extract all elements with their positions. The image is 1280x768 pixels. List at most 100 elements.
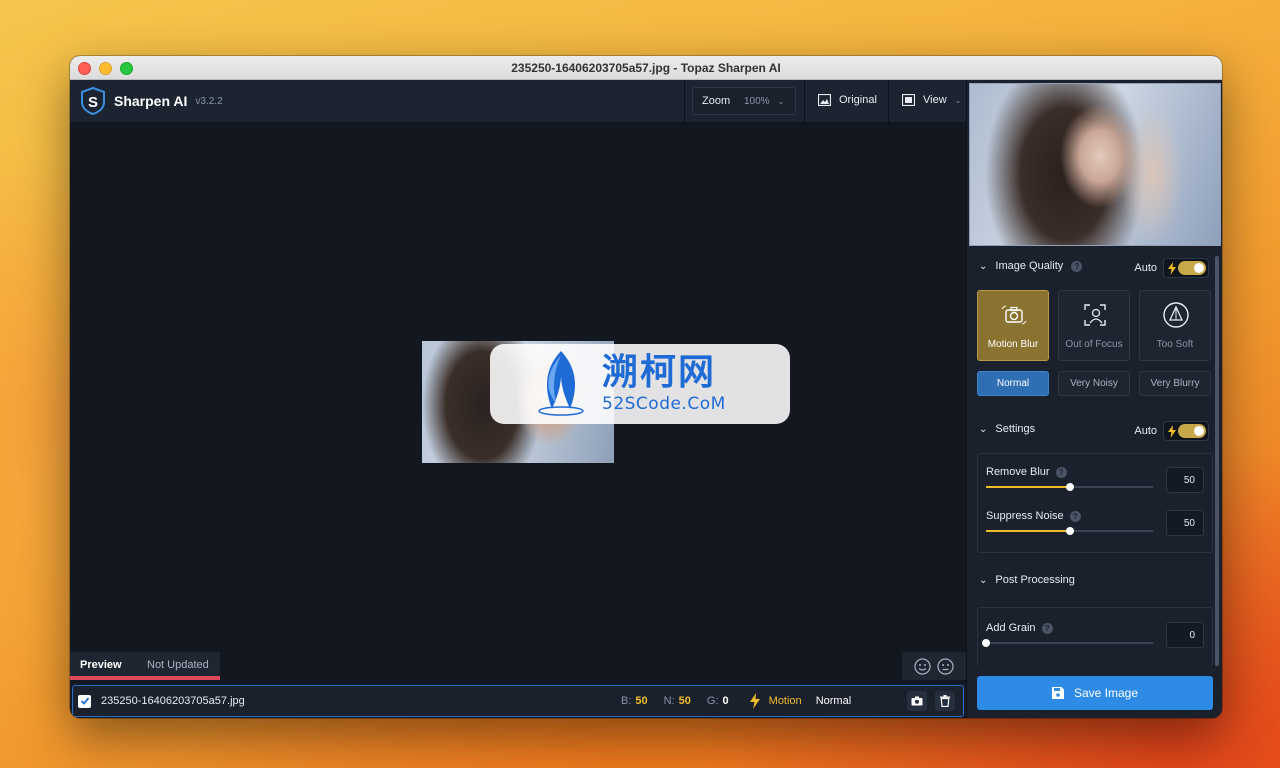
auto-label: Auto xyxy=(1134,262,1157,274)
slider-fill xyxy=(986,486,1070,488)
original-label: Original xyxy=(839,94,877,106)
help-icon[interactable]: ? xyxy=(1041,622,1053,634)
svg-text:S: S xyxy=(88,94,98,111)
preview-status-bar: Preview Not Updated xyxy=(70,652,220,680)
topaz-logo-icon: S xyxy=(81,86,105,116)
minimize-window-button[interactable] xyxy=(99,62,112,75)
watermark-title: 溯柯网 xyxy=(602,352,717,393)
watermark-overlay: 溯柯网 52SCode.CoM xyxy=(490,344,790,424)
settings-scrollbar[interactable] xyxy=(1215,256,1219,666)
feedback-icons xyxy=(902,652,966,680)
noise-very-noisy-label: Very Noisy xyxy=(1070,378,1118,389)
focus-person-icon xyxy=(1084,304,1106,326)
help-icon[interactable]: ? xyxy=(1055,466,1067,478)
noise-stat-label: N: xyxy=(663,695,675,707)
add-grain-label: Add Grain xyxy=(986,622,1036,634)
zoom-value: 100% xyxy=(744,95,770,107)
title-bar: 235250-16406203705a57.jpg - Topaz Sharpe… xyxy=(70,56,1222,80)
preview-tab[interactable]: Preview xyxy=(80,659,122,671)
camera-shake-icon xyxy=(1001,305,1027,325)
too-soft-mode-button[interactable]: Too Soft xyxy=(1139,290,1211,361)
file-checkbox[interactable] xyxy=(78,694,91,708)
help-icon[interactable]: ? xyxy=(1069,510,1081,522)
grain-stat-label: G: xyxy=(706,695,719,707)
settings-auto-toggle[interactable] xyxy=(1163,421,1209,441)
image-quality-auto-toggle[interactable] xyxy=(1163,258,1209,278)
slider-knob[interactable] xyxy=(1065,527,1074,535)
noise-stat-value: 50 xyxy=(678,695,691,707)
auto-label: Auto xyxy=(1134,425,1157,437)
delete-button[interactable] xyxy=(935,691,955,711)
noise-normal-label: Normal xyxy=(996,378,1030,389)
remove-blur-label: Remove Blur xyxy=(986,466,1050,478)
noise-very-blurry-label: Very Blurry xyxy=(1150,378,1200,389)
suppress-noise-value-input[interactable]: 50 xyxy=(1166,510,1204,536)
file-name: 235250-16406203705a57.jpg xyxy=(101,695,245,707)
settings-sliders-box: Remove Blur ? 50 Suppress Noise ? 50 xyxy=(977,453,1213,553)
smile-face-icon[interactable] xyxy=(914,657,931,675)
update-status: Not Updated xyxy=(147,659,209,671)
slider-knob[interactable] xyxy=(982,639,990,647)
trash-icon xyxy=(940,695,950,707)
file-stats: B: 50 N: 50 G: 0 Motion Normal xyxy=(621,693,851,709)
noise-very-blurry-button[interactable]: Very Blurry xyxy=(1139,371,1211,396)
navigator-thumbnail[interactable] xyxy=(969,83,1221,246)
camera-button[interactable] xyxy=(907,691,927,711)
app-version: v3.2.2 xyxy=(195,95,223,107)
close-window-button[interactable] xyxy=(78,62,91,75)
motion-blur-mode-button[interactable]: Motion Blur xyxy=(977,290,1049,361)
lightning-icon xyxy=(749,693,760,709)
slider-knob[interactable] xyxy=(1065,483,1074,491)
preview-tab-indicator xyxy=(70,676,220,680)
save-image-label: Save Image xyxy=(1073,686,1139,700)
original-button[interactable]: Original xyxy=(818,87,877,113)
post-processing-header[interactable]: ⌄ Post Processing xyxy=(979,574,1211,586)
slider-fill xyxy=(986,530,1070,532)
mode-value: Motion xyxy=(768,695,802,707)
blur-stat-label: B: xyxy=(621,695,632,707)
view-menu-button[interactable]: View ⌄ xyxy=(902,87,961,113)
view-label: View xyxy=(923,94,947,106)
app-brand: S Sharpen AI v3.2.2 xyxy=(78,86,223,116)
aperture-icon xyxy=(1163,302,1189,328)
view-icon xyxy=(902,94,915,106)
file-list-row[interactable]: 235250-16406203705a57.jpg B: 50 N: 50 G:… xyxy=(72,685,964,717)
remove-blur-slider[interactable] xyxy=(986,483,1153,491)
help-icon[interactable]: ? xyxy=(1071,260,1083,272)
noise-level-value: Normal xyxy=(815,695,852,707)
zoom-label: Zoom xyxy=(702,95,731,107)
add-grain-value-input[interactable]: 0 xyxy=(1166,622,1204,648)
noise-normal-button[interactable]: Normal xyxy=(977,371,1049,396)
toolbar-divider xyxy=(684,80,685,122)
watermark-subtitle: 52SCode.CoM xyxy=(602,394,726,414)
maximize-window-button[interactable] xyxy=(120,62,133,75)
suppress-noise-slider[interactable] xyxy=(986,527,1153,535)
chevron-down-icon: ⌄ xyxy=(954,95,962,105)
add-grain-slider[interactable] xyxy=(982,639,1153,647)
zoom-select[interactable]: Zoom 100% ⌄ xyxy=(692,87,796,115)
window-title: 235250-16406203705a57.jpg - Topaz Sharpe… xyxy=(511,60,781,75)
save-disk-icon xyxy=(1051,687,1064,699)
motion-blur-label: Motion Blur xyxy=(987,339,1039,350)
suppress-noise-label-row: Suppress Noise ? xyxy=(986,510,1081,522)
toolbar-divider xyxy=(804,80,805,122)
remove-blur-value-input[interactable]: 50 xyxy=(1166,467,1204,493)
too-soft-label: Too Soft xyxy=(1156,339,1194,350)
chevron-down-icon: ⌄ xyxy=(979,574,988,586)
save-image-button[interactable]: Save Image xyxy=(977,676,1213,710)
post-processing-title: Post Processing xyxy=(995,574,1075,586)
watermark-logo-icon xyxy=(538,351,584,416)
toggle-track xyxy=(1178,261,1206,275)
grain-stat-value: 0 xyxy=(722,695,729,707)
noise-very-noisy-button[interactable]: Very Noisy xyxy=(1058,371,1130,396)
out-of-focus-mode-button[interactable]: Out of Focus xyxy=(1058,290,1130,361)
blur-stat-value: 50 xyxy=(635,695,648,707)
image-quality-auto: Auto xyxy=(1134,258,1209,278)
image-icon xyxy=(818,94,831,106)
image-canvas[interactable]: 溯柯网 52SCode.CoM Preview Not Updated xyxy=(70,123,966,683)
neutral-face-icon[interactable] xyxy=(937,657,954,675)
settings-auto: Auto xyxy=(1134,421,1209,441)
post-processing-box: Add Grain ? 0 xyxy=(977,607,1213,667)
chevron-down-icon: ⌄ xyxy=(979,423,988,435)
suppress-noise-label: Suppress Noise xyxy=(986,510,1064,522)
